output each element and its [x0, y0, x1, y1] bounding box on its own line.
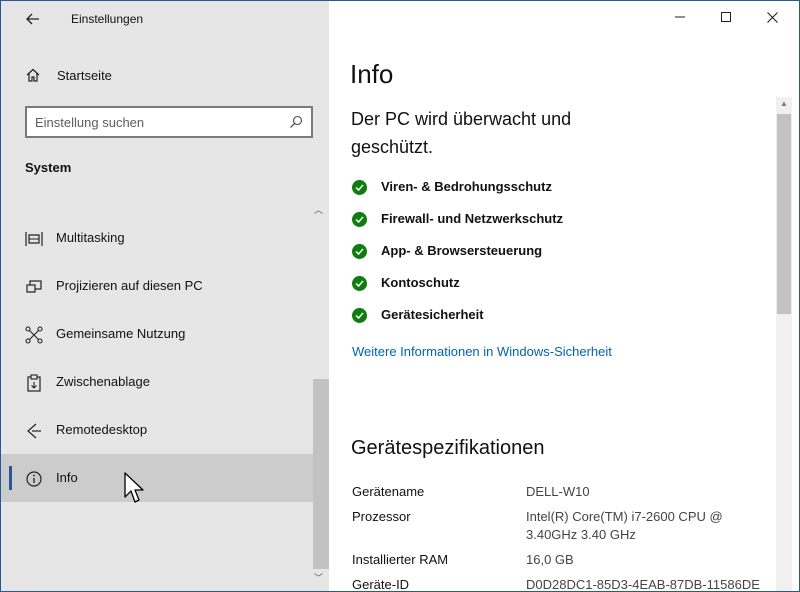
- maximize-button[interactable]: [703, 1, 749, 33]
- home-label: Startseite: [57, 67, 112, 83]
- check-label: Viren- & Bedrohungsschutz: [381, 179, 552, 194]
- close-icon: [766, 11, 778, 23]
- mouse-pointer-icon: [124, 472, 144, 503]
- close-button[interactable]: [749, 1, 795, 33]
- check-circle-icon: [352, 308, 367, 323]
- list-item: Viren- & Bedrohungsschutz: [352, 177, 563, 209]
- check-label: Firewall- und Netzwerkschutz: [381, 211, 564, 226]
- content-scroll-up-icon[interactable]: ▲: [780, 99, 788, 108]
- list-item: Firewall- und Netzwerkschutz: [352, 209, 563, 241]
- sidebar-scroll-up-icon[interactable]: ︿: [314, 203, 323, 216]
- spec-value: D0D28DC1-85D3-4EAB-87DB-11586DE: [526, 577, 760, 592]
- main-content: Info Der PC wird überwacht und geschützt…: [329, 1, 799, 592]
- check-label: Kontoschutz: [381, 275, 460, 290]
- sidebar-item-share[interactable]: Gemeinsame Nutzung: [1, 310, 313, 358]
- check-circle-icon: [352, 180, 367, 195]
- settings-window: Einstellungen Startseite System ︿ Multit: [0, 0, 800, 592]
- sidebar-item-project[interactable]: Projizieren auf diesen PC: [1, 262, 313, 310]
- search-input[interactable]: [35, 113, 285, 131]
- spec-value: 16,0 GB: [526, 552, 574, 567]
- sidebar-nav: Multitasking Projizieren auf diesen PC G…: [1, 214, 313, 502]
- sidebar-item-label: Projizieren auf diesen PC: [56, 278, 203, 293]
- sidebar-item-clipboard[interactable]: Zwischenablage: [1, 358, 313, 406]
- list-item: Kontoschutz: [352, 273, 563, 305]
- back-button[interactable]: [15, 7, 51, 31]
- check-circle-icon: [352, 212, 367, 227]
- table-row: Geräte-ID D0D28DC1-85D3-4EAB-87DB-11586D…: [352, 576, 772, 592]
- remote-desktop-icon: [27, 423, 41, 439]
- section-heading: System: [25, 160, 72, 175]
- device-specs-heading: Gerätespezifikationen: [351, 437, 545, 459]
- spec-key: Gerätename: [352, 484, 425, 499]
- clipboard-icon: [27, 374, 41, 392]
- sidebar-scrollbar[interactable]: [313, 379, 329, 569]
- multitasking-icon: [25, 232, 43, 246]
- share-icon: [25, 326, 43, 344]
- list-item: Gerätesicherheit: [352, 305, 563, 337]
- spec-key: Prozessor: [352, 509, 411, 524]
- sidebar: Einstellungen Startseite System ︿ Multit: [1, 1, 329, 591]
- sidebar-scroll-down-icon[interactable]: ﹀: [314, 571, 323, 584]
- device-specs-table: Gerätename DELL-W10 Prozessor Intel(R) C…: [352, 483, 772, 592]
- info-icon: [26, 471, 42, 487]
- sidebar-item-info[interactable]: Info: [1, 454, 313, 502]
- check-label: App- & Browsersteuerung: [381, 243, 543, 258]
- maximize-icon: [721, 12, 731, 22]
- spec-key: Installierter RAM: [352, 552, 449, 567]
- sidebar-item-label: Info: [56, 470, 78, 485]
- app-title: Einstellungen: [71, 12, 144, 26]
- table-row: Installierter RAM 16,0 GB: [352, 551, 772, 569]
- minimize-icon: [675, 16, 685, 18]
- spec-key: Geräte-ID: [352, 577, 410, 592]
- content-scrollbar-thumb[interactable]: [777, 114, 791, 314]
- project-icon: [26, 280, 42, 293]
- spec-value: Intel(R) Core(TM) i7-2600 CPU @ 3.40GHz …: [526, 509, 723, 542]
- protection-status-heading: Der PC wird überwacht und geschützt.: [351, 109, 572, 157]
- back-arrow-icon: [26, 13, 39, 25]
- search-icon[interactable]: [289, 115, 303, 129]
- sidebar-item-remote-desktop[interactable]: Remotedesktop: [1, 406, 313, 454]
- home-icon: [26, 68, 40, 82]
- sidebar-item-label: Zwischenablage: [56, 374, 150, 389]
- sidebar-item-label: Multitasking: [56, 230, 125, 245]
- search-box[interactable]: [25, 106, 313, 138]
- minimize-button[interactable]: [657, 1, 703, 33]
- windows-security-link[interactable]: Weitere Informationen in Windows-Sicherh…: [352, 344, 612, 359]
- check-circle-icon: [352, 244, 367, 259]
- sidebar-item-multitasking[interactable]: Multitasking: [1, 214, 313, 262]
- spec-value: DELL-W10: [526, 484, 590, 499]
- security-checks: Viren- & Bedrohungsschutz Firewall- und …: [352, 177, 563, 337]
- page-title: Info: [350, 59, 394, 89]
- list-item: App- & Browsersteuerung: [352, 241, 563, 273]
- table-row: Prozessor Intel(R) Core(TM) i7-2600 CPU …: [352, 508, 772, 544]
- sidebar-item-home[interactable]: Startseite: [25, 63, 112, 87]
- table-row: Gerätename DELL-W10: [352, 483, 772, 501]
- check-label: Gerätesicherheit: [381, 307, 484, 322]
- sidebar-item-label: Remotedesktop: [56, 422, 148, 437]
- check-circle-icon: [352, 276, 367, 291]
- sidebar-item-label: Gemeinsame Nutzung: [56, 326, 186, 341]
